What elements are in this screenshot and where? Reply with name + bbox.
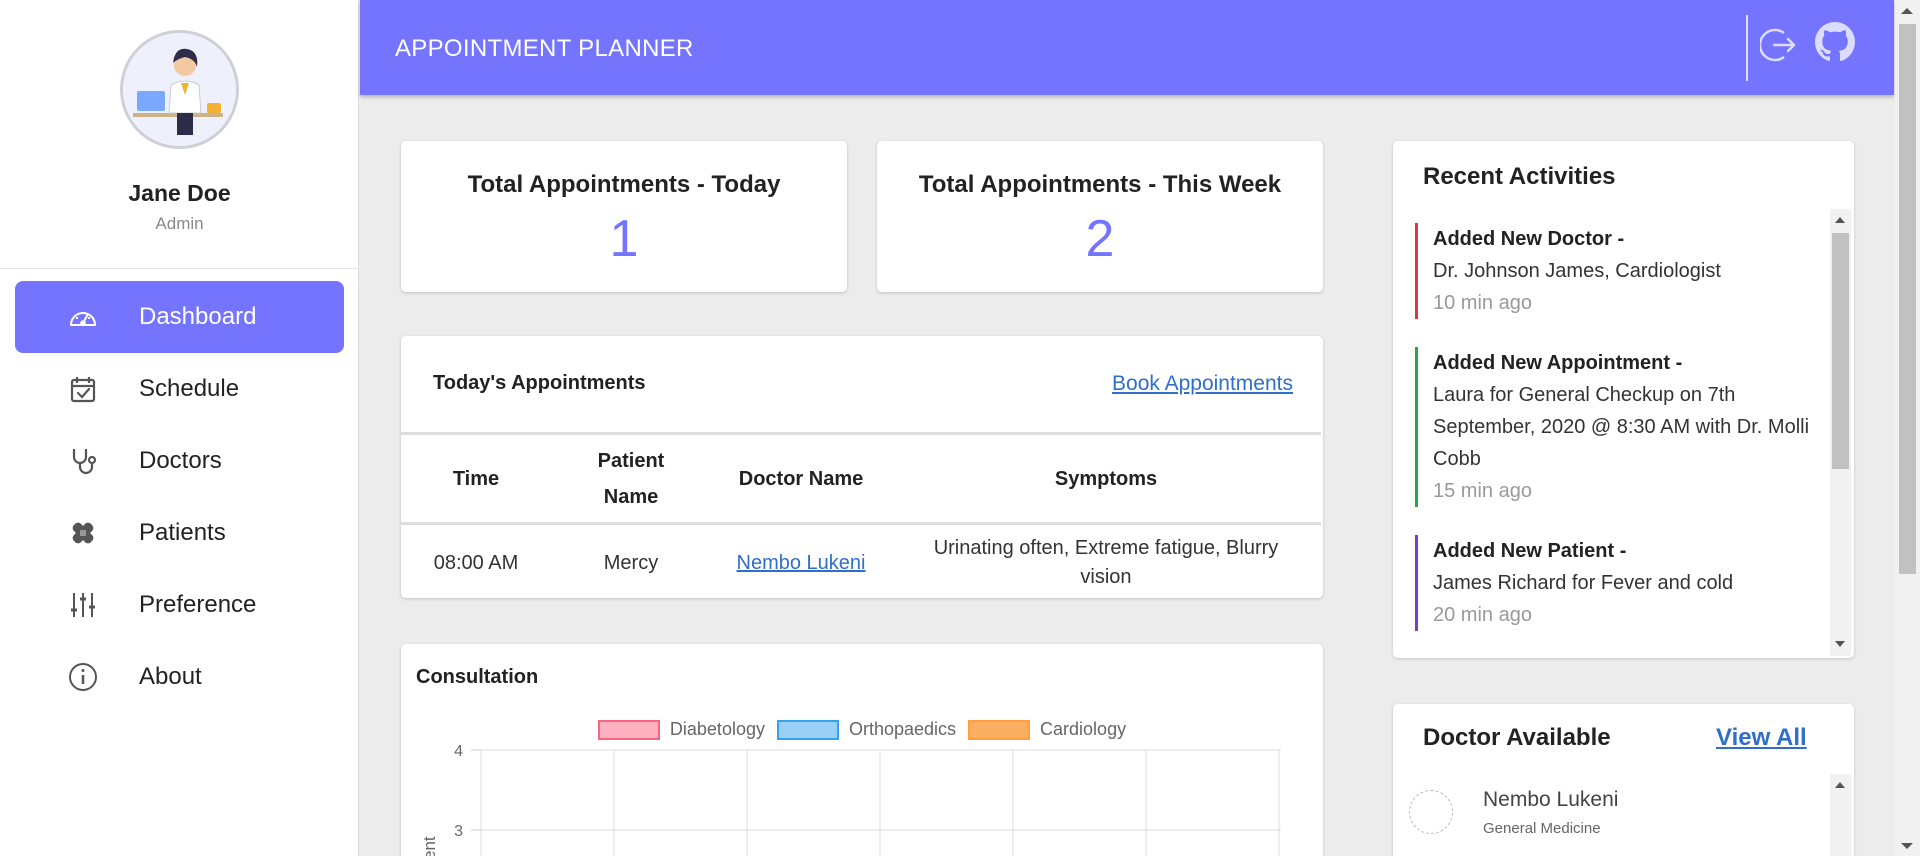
activities-scrollbar-thumb[interactable]	[1832, 233, 1849, 469]
speedometer-icon	[66, 300, 100, 334]
activity-time: 20 min ago	[1433, 604, 1532, 626]
doctors-scrollbar[interactable]	[1830, 774, 1851, 856]
sidebar-item-preference[interactable]: Preference	[15, 569, 344, 641]
scroll-up-arrow-icon[interactable]	[1835, 782, 1845, 788]
legend-item[interactable]: Diabetology	[597, 719, 765, 740]
chart-grid	[480, 749, 1281, 856]
sidebar: Jane Doe Admin Dashboard Schedule Doctor…	[0, 0, 359, 856]
y-tick-3: 3	[454, 823, 463, 840]
activity-item: Added New Patient - James Richard for Fev…	[1415, 535, 1815, 631]
activity-heading: Added New Appointment -	[1433, 352, 1683, 374]
doctor-name[interactable]: Nembo Lukeni	[1483, 788, 1618, 812]
info-icon	[66, 660, 100, 694]
doctor-link[interactable]: Nembo Lukeni	[737, 552, 866, 574]
sidebar-item-label: About	[139, 663, 202, 690]
activity-heading: Added New Patient -	[1433, 540, 1627, 562]
cell-symptoms: Urinating often, Extreme fatigue, Blurry…	[933, 537, 1279, 589]
stat-week-value: 2	[1085, 210, 1115, 268]
sidebar-item-doctors[interactable]: Doctors	[15, 425, 344, 497]
consultation-chart: 4 3 ent	[420, 743, 1281, 856]
appointments-title: Today's Appointments	[433, 372, 646, 394]
activities-scrollbar[interactable]	[1830, 209, 1851, 656]
legend-item[interactable]: Cardiology	[968, 719, 1126, 740]
sidebar-item-patients[interactable]: Patients	[15, 497, 344, 569]
bandage-icon	[66, 516, 100, 550]
sidebar-divider	[0, 268, 359, 269]
activity-item: Added New Appointment - Laura for General…	[1415, 347, 1815, 507]
y-axis-label: ent	[420, 836, 439, 856]
view-all-link[interactable]: View All	[1716, 724, 1807, 752]
doctor-illustration-icon	[123, 33, 236, 146]
page-scrollbar-thumb[interactable]	[1899, 24, 1916, 574]
legend-item[interactable]: Orthopaedics	[776, 719, 957, 740]
activity-item: Added New Doctor - Dr. Johnson James, Car…	[1415, 223, 1815, 319]
doctor-avatar	[1409, 790, 1453, 834]
legend-label: Cardiology	[1040, 719, 1127, 739]
user-role: Admin	[155, 214, 204, 233]
legend-label: Orthopaedics	[848, 719, 957, 739]
top-header: APPOINTMENT PLANNER	[360, 0, 1894, 95]
table-row: 08:00 AM Mercy Nembo Lukeni Urinating of…	[401, 524, 1321, 602]
stat-card-week: Total Appointments - This Week 2	[877, 141, 1323, 292]
scroll-up-arrow-icon[interactable]	[1835, 217, 1845, 223]
activity-heading: Added New Doctor -	[1433, 228, 1625, 250]
sidebar-item-schedule[interactable]: Schedule	[15, 353, 344, 425]
legend-swatch	[597, 719, 660, 740]
activity-detail: James Richard for Fever and cold	[1433, 572, 1734, 594]
user-name: Jane Doe	[128, 180, 231, 206]
sliders-icon	[66, 588, 100, 622]
recent-activities-title: Recent Activities	[1423, 163, 1616, 190]
appointments-table: Time Patient Name Doctor Name Symptoms 0…	[401, 432, 1321, 602]
doctor-specialty: General Medicine	[1483, 820, 1601, 837]
consultation-title: Consultation	[416, 666, 539, 688]
appointments-card: Today's Appointments Book Appointments T…	[401, 336, 1323, 598]
activity-time: 10 min ago	[1433, 292, 1532, 314]
cell-time: 08:00 AM	[433, 551, 519, 574]
cell-patient: Mercy	[603, 551, 659, 574]
sidebar-item-label: Dashboard	[139, 303, 257, 330]
legend-label: Diabetology	[669, 719, 765, 739]
calendar-check-icon	[66, 372, 100, 406]
logout-icon[interactable]	[1760, 25, 1800, 65]
column-header-patient: Patient Name	[551, 432, 711, 525]
book-appointments-link[interactable]: Book Appointments	[1112, 372, 1293, 396]
sidebar-item-label: Doctors	[139, 447, 222, 474]
column-header-doctor: Doctor Name	[711, 432, 891, 525]
cell-doctor: Nembo Lukeni	[711, 524, 891, 602]
stethoscope-icon	[66, 444, 100, 478]
scroll-down-arrow-icon[interactable]	[1835, 641, 1845, 647]
stat-card-today: Total Appointments - Today 1	[401, 141, 847, 292]
sidebar-item-label: Schedule	[139, 375, 240, 402]
consultation-card: Consultation Diabetology Orthopaedics Card…	[401, 644, 1323, 856]
avatar	[120, 30, 239, 149]
sidebar-item-dashboard[interactable]: Dashboard	[15, 281, 344, 353]
stat-week-label: Total Appointments - This Week	[918, 171, 1282, 198]
sidebar-item-about[interactable]: About	[15, 641, 344, 713]
legend-swatch	[776, 719, 839, 740]
activity-detail: Laura for General Checkup on 7th Septemb…	[1433, 384, 1810, 470]
recent-activities-card: Recent Activities Added New Doctor - Dr. …	[1393, 141, 1854, 658]
header-divider	[1746, 15, 1748, 81]
github-icon[interactable]	[1815, 22, 1855, 62]
activity-list: Added New Doctor - Dr. Johnson James, Car…	[1415, 223, 1815, 658]
doctor-available-title: Doctor Available	[1423, 724, 1611, 751]
doctor-available-card: Doctor Available View All Nembo Lukeni G…	[1393, 704, 1854, 856]
stat-today-value: 1	[609, 210, 639, 268]
sidebar-item-label: Patients	[139, 519, 226, 546]
table-header-row: Time Patient Name Doctor Name Symptoms	[401, 432, 1321, 525]
page-scrollbar[interactable]	[1895, 0, 1920, 856]
legend-swatch	[968, 719, 1031, 740]
scroll-up-arrow-icon[interactable]	[1901, 8, 1913, 14]
sidebar-item-label: Preference	[139, 591, 257, 618]
activity-time: 15 min ago	[1433, 480, 1532, 502]
stat-today-label: Total Appointments - Today	[467, 171, 781, 198]
y-tick-4: 4	[454, 743, 463, 760]
chart-legend: Diabetology Orthopaedics Cardiology	[401, 719, 1323, 740]
activity-detail: Dr. Johnson James, Cardiologist	[1433, 260, 1721, 282]
column-header-symptoms: Symptoms	[891, 432, 1321, 525]
column-header-time: Time	[401, 432, 551, 525]
sidebar-nav: Dashboard Schedule Doctors Patients Pref…	[15, 281, 344, 713]
scroll-down-arrow-icon[interactable]	[1901, 843, 1913, 849]
app-title: APPOINTMENT PLANNER	[395, 35, 694, 62]
